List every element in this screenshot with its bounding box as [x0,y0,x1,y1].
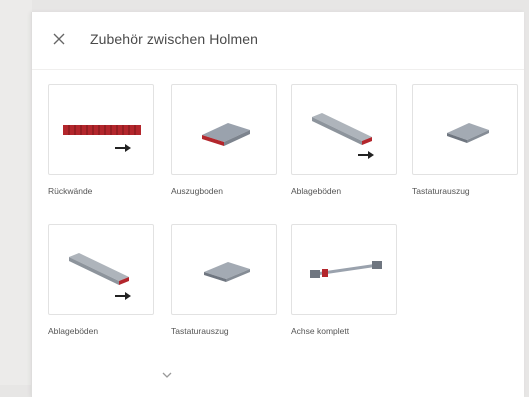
item-tile-achse-komplett[interactable] [291,224,397,315]
item-label: Ablageböden [48,326,99,336]
item-label: Tastaturauszug [171,326,229,336]
item-tile-ablageboeden-2[interactable] [48,224,154,315]
item-tile-tastaturauszug-1[interactable] [412,84,518,175]
pull-out-shelf-icon [202,123,250,146]
keyboard-tray-icon [447,123,489,143]
background [0,0,32,385]
item-tile-auszugboden[interactable] [171,84,277,175]
dialog-header: Zubehör zwischen Holmen [32,12,524,70]
header-divider [32,69,524,70]
arrow-right-icon [358,151,374,159]
shelf-board-icon [69,253,131,300]
keyboard-tray-icon [204,262,250,282]
shelf-board-icon [312,113,374,159]
item-label: Tastaturauszug [412,186,470,196]
back-panel-icon [63,125,141,152]
accessories-dialog: Zubehör zwischen Holmen Rückwände Auszug… [31,12,524,397]
close-icon [53,33,65,45]
item-tile-tastaturauszug-2[interactable] [171,224,277,315]
chevron-down-icon [162,372,172,378]
item-label: Rückwände [48,186,93,196]
item-label: Auszugboden [171,186,223,196]
arrow-right-icon [115,292,131,300]
item-label: Achse komplett [291,326,350,336]
item-label: Ablageböden [291,186,342,196]
axle-icon [310,261,382,278]
item-tile-ablageboeden-1[interactable] [291,84,397,175]
close-button[interactable] [51,31,67,47]
expand-more-button[interactable] [160,367,174,378]
item-tile-rueckwaende[interactable] [48,84,154,175]
dialog-title: Zubehör zwischen Holmen [90,31,259,47]
arrow-right-icon [115,144,131,152]
